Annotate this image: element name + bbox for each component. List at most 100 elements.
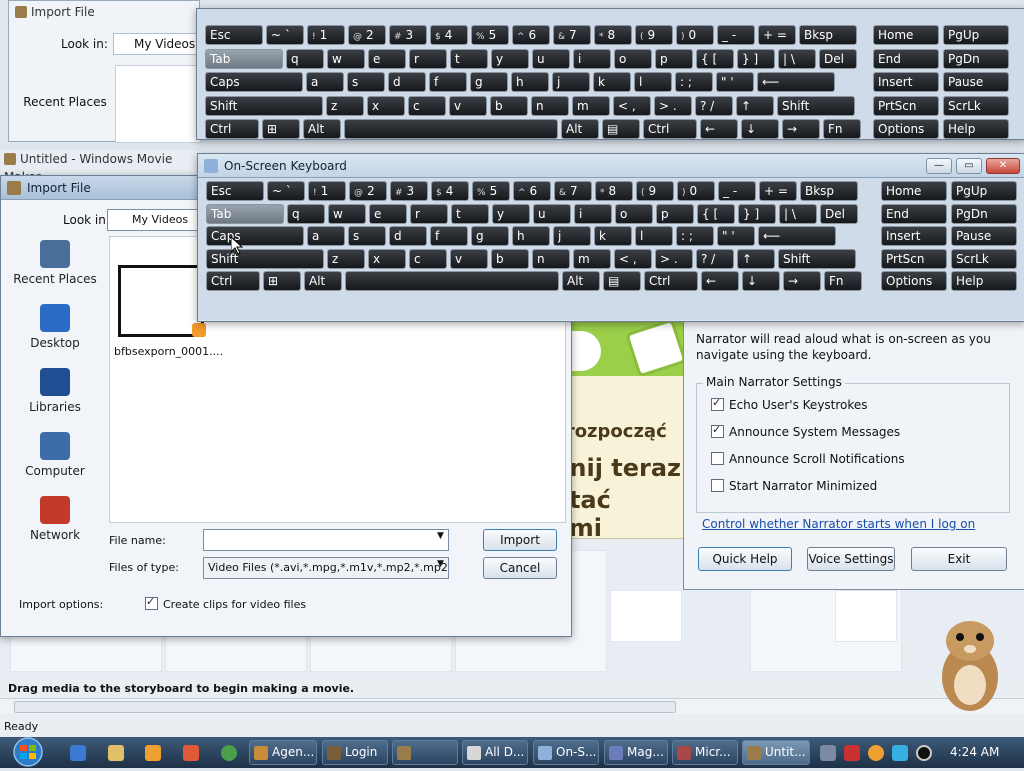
key-q[interactable]: q xyxy=(287,203,325,224)
key-3[interactable]: #3 xyxy=(389,25,427,45)
checkbox-icon[interactable] xyxy=(711,396,724,411)
key-w[interactable]: w xyxy=(328,203,366,224)
key-n[interactable]: n xyxy=(531,95,569,116)
key-ctrl[interactable]: Ctrl xyxy=(205,119,259,139)
scrollbar-thumb[interactable] xyxy=(14,701,676,713)
import-button[interactable]: Import xyxy=(483,529,557,551)
key-[interactable]: ⟵ xyxy=(757,72,835,92)
key-c[interactable]: c xyxy=(409,248,447,269)
key-[interactable]: : ; xyxy=(675,72,713,92)
show-desktop-icon[interactable] xyxy=(70,745,86,761)
key-k[interactable]: k xyxy=(594,226,632,246)
key-home[interactable]: Home xyxy=(881,181,947,201)
key-9[interactable]: (9 xyxy=(636,181,674,201)
key-l[interactable]: l xyxy=(635,226,673,246)
key-d[interactable]: d xyxy=(389,226,427,246)
key-4[interactable]: $4 xyxy=(431,181,469,201)
key-pgdn[interactable]: PgDn xyxy=(951,203,1017,224)
key-b[interactable]: b xyxy=(490,95,528,116)
key-j[interactable]: j xyxy=(552,72,590,92)
key-[interactable]: + = xyxy=(758,25,796,45)
key-r[interactable]: r xyxy=(409,48,447,69)
key-2[interactable]: @2 xyxy=(348,25,386,45)
key-7[interactable]: & 7 xyxy=(553,25,591,45)
storyboard-scrollbar[interactable] xyxy=(0,698,1024,715)
key-[interactable]: : ; xyxy=(676,226,714,246)
key-space[interactable] xyxy=(344,119,558,139)
quick-help-button[interactable]: Quick Help xyxy=(698,547,792,571)
place-recent-places[interactable]: Recent Places xyxy=(9,240,101,300)
tray-icon[interactable] xyxy=(844,745,860,761)
files-of-type-dropdown[interactable]: Video Files (*.avi,*.mpg,*.m1v,*.mp2,*.m… xyxy=(203,557,449,579)
key-ctrl[interactable]: Ctrl xyxy=(644,271,698,291)
checkbox-icon[interactable] xyxy=(711,423,724,438)
key-v[interactable]: v xyxy=(449,95,487,116)
key-caps[interactable]: Caps xyxy=(206,226,304,246)
key-alt[interactable]: Alt xyxy=(304,271,342,291)
key-s[interactable]: s xyxy=(347,72,385,92)
key-8[interactable]: * 8 xyxy=(594,25,632,45)
key-[interactable]: ⊞ xyxy=(263,271,301,291)
key-[interactable]: ↓ xyxy=(742,271,780,291)
key-e[interactable]: e xyxy=(369,203,407,224)
place-computer[interactable]: Computer xyxy=(9,432,101,492)
key-j[interactable]: j xyxy=(553,226,591,246)
key-9[interactable]: (9 xyxy=(635,25,673,45)
key-x[interactable]: x xyxy=(368,248,406,269)
key-5[interactable]: % 5 xyxy=(471,25,509,45)
taskbar-item[interactable]: Login xyxy=(322,740,388,765)
taskbar-item[interactable]: Micr... xyxy=(672,740,738,765)
key-g[interactable]: g xyxy=(470,72,508,92)
create-clips-checkbox[interactable]: Create clips for video files xyxy=(145,595,306,611)
key-[interactable]: ⟵ xyxy=(758,226,836,246)
key-i[interactable]: i xyxy=(574,203,612,224)
key-5[interactable]: % 5 xyxy=(472,181,510,201)
key-[interactable]: ~ ` xyxy=(266,25,304,45)
key-e[interactable]: e xyxy=(368,48,406,69)
key-w[interactable]: w xyxy=(327,48,365,69)
key-u[interactable]: u xyxy=(533,203,571,224)
key-alt[interactable]: Alt xyxy=(561,119,599,139)
volume-icon[interactable] xyxy=(916,745,932,761)
key-z[interactable]: z xyxy=(326,95,364,116)
taskbar-item[interactable]: Mag... xyxy=(604,740,668,765)
key-t[interactable]: t xyxy=(451,203,489,224)
key-n[interactable]: n xyxy=(532,248,570,269)
key-[interactable]: ~ ` xyxy=(267,181,305,201)
narrator-option[interactable]: Announce Scroll Notifications xyxy=(711,452,905,466)
key-0[interactable]: ) 0 xyxy=(676,25,714,45)
key-ctrl[interactable]: Ctrl xyxy=(206,271,260,291)
clock[interactable]: 4:24 AM xyxy=(950,737,1000,768)
key-end[interactable]: End xyxy=(881,203,947,224)
key-[interactable]: → xyxy=(782,119,820,139)
start-button[interactable] xyxy=(6,737,46,768)
voice-settings-button[interactable]: Voice Settings xyxy=(807,547,895,571)
file-item-label[interactable]: bfbsexporn_0001.... xyxy=(114,345,223,358)
key-fn[interactable]: Fn xyxy=(823,119,861,139)
media-player-icon[interactable] xyxy=(145,745,161,761)
narrator-option[interactable]: Start Narrator Minimized xyxy=(711,479,877,493)
key-a[interactable]: a xyxy=(307,226,345,246)
key-[interactable]: _ - xyxy=(717,25,755,45)
key-alt[interactable]: Alt xyxy=(303,119,341,139)
checkbox-icon[interactable] xyxy=(145,595,158,610)
key-[interactable]: ? / xyxy=(696,248,734,269)
key-z[interactable]: z xyxy=(327,248,365,269)
place-network[interactable]: Network xyxy=(9,496,101,556)
key-ctrl[interactable]: Ctrl xyxy=(643,119,697,139)
key-esc[interactable]: Esc xyxy=(206,181,264,201)
place-desktop[interactable]: Desktop xyxy=(9,304,101,364)
key-[interactable]: > . xyxy=(654,95,692,116)
key-tab[interactable]: Tab xyxy=(206,203,284,224)
key-l[interactable]: l xyxy=(634,72,672,92)
key-[interactable]: " ' xyxy=(717,226,755,246)
key-[interactable]: | \ xyxy=(779,203,817,224)
narrator-option[interactable]: Echo User's Keystrokes xyxy=(711,396,868,412)
key-[interactable]: ↓ xyxy=(741,119,779,139)
key-0[interactable]: ) 0 xyxy=(677,181,715,201)
key-1[interactable]: ! 1 xyxy=(308,181,346,201)
key-s[interactable]: s xyxy=(348,226,386,246)
checkbox-icon[interactable] xyxy=(711,452,724,465)
key-k[interactable]: k xyxy=(593,72,631,92)
taskbar-item[interactable]: Untit... xyxy=(742,740,810,765)
